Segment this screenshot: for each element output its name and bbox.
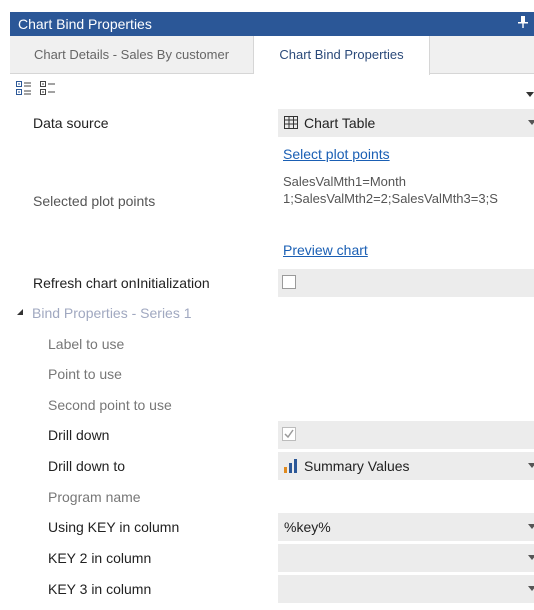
toolbar-chevron-down-icon[interactable] <box>526 92 534 98</box>
select-plot-points-link[interactable]: Select plot points <box>283 146 390 162</box>
tab-strip: Chart Details - Sales By customer Chart … <box>10 36 534 75</box>
row-data-source: Data source Chart Table <box>0 108 534 138</box>
drill-down-to-value: Summary Values <box>304 458 410 474</box>
key-2-label: KEY 2 in column <box>48 550 152 566</box>
pin-icon[interactable] <box>518 16 528 31</box>
selected-plot-points-line2: 1;SalesValMth2=2;SalesValMth3=3;S <box>283 191 498 206</box>
collapse-triangle-icon[interactable] <box>17 309 23 315</box>
program-name-label: Program name <box>48 489 141 505</box>
chevron-down-icon[interactable] <box>528 524 534 530</box>
key-3-label: KEY 3 in column <box>48 581 152 597</box>
row-using-key: Using KEY in column %key% <box>0 512 534 542</box>
row-program-name: Program name <box>0 482 534 512</box>
drill-down-to-label: Drill down to <box>48 458 126 474</box>
row-point-to-use: Point to use <box>0 359 534 389</box>
group-label: Bind Properties - Series 1 <box>32 305 192 321</box>
row-drill-down: Drill down <box>0 420 534 450</box>
refresh-chart-checkbox[interactable] <box>282 275 296 289</box>
row-key-3: KEY 3 in column <box>0 574 534 604</box>
using-key-select[interactable]: %key% <box>278 513 534 541</box>
chevron-down-icon[interactable] <box>528 120 534 126</box>
drill-down-checkbox[interactable] <box>282 427 296 441</box>
tab-chart-bind-properties[interactable]: Chart Bind Properties <box>254 36 430 75</box>
selected-plot-points-label: Selected plot points <box>33 193 156 209</box>
chevron-down-icon[interactable] <box>528 555 534 561</box>
using-key-label: Using KEY in column <box>48 519 180 535</box>
data-source-value: Chart Table <box>304 115 376 131</box>
categorized-icon[interactable] <box>16 80 32 96</box>
tab-chart-details[interactable]: Chart Details - Sales By customer <box>10 36 254 74</box>
row-drill-down-to: Drill down to Summary Values <box>0 451 534 481</box>
using-key-value: %key% <box>284 519 331 535</box>
drill-down-label: Drill down <box>48 427 110 443</box>
refresh-chart-label: Refresh chart onInitialization <box>33 275 210 291</box>
data-source-label: Data source <box>33 115 109 131</box>
point-to-use-label: Point to use <box>48 366 122 382</box>
row-key-2: KEY 2 in column <box>0 543 534 573</box>
preview-chart-link[interactable]: Preview chart <box>283 242 368 258</box>
group-bind-properties-series-1[interactable]: Bind Properties - Series 1 <box>0 298 534 328</box>
key-2-select[interactable] <box>278 544 534 572</box>
row-label-to-use: Label to use <box>0 329 534 359</box>
drill-down-to-select[interactable]: Summary Values <box>278 452 534 480</box>
key-3-select[interactable] <box>278 575 534 603</box>
checkmark-icon <box>284 429 294 439</box>
panel-title: Chart Bind Properties <box>18 16 152 32</box>
refresh-chart-cell <box>278 269 534 297</box>
row-refresh-chart: Refresh chart onInitialization <box>0 268 534 298</box>
selected-plot-points-value: SalesValMth1=Month 1;SalesValMth2=2;Sale… <box>283 173 534 207</box>
data-source-select[interactable]: Chart Table <box>278 109 534 137</box>
panel-titlebar: Chart Bind Properties <box>10 12 534 36</box>
chevron-down-icon[interactable] <box>528 586 534 592</box>
label-to-use-label: Label to use <box>48 336 125 352</box>
bar-chart-icon <box>284 459 297 473</box>
selected-plot-points-line1: SalesValMth1=Month <box>283 174 406 189</box>
chevron-down-icon[interactable] <box>528 463 534 469</box>
row-second-point: Second point to use <box>0 390 534 420</box>
second-point-label: Second point to use <box>48 397 172 413</box>
alphabetical-icon[interactable] <box>39 80 56 96</box>
table-icon <box>284 116 298 129</box>
drill-down-cell <box>278 421 534 449</box>
property-grid-toolbar <box>16 80 60 98</box>
